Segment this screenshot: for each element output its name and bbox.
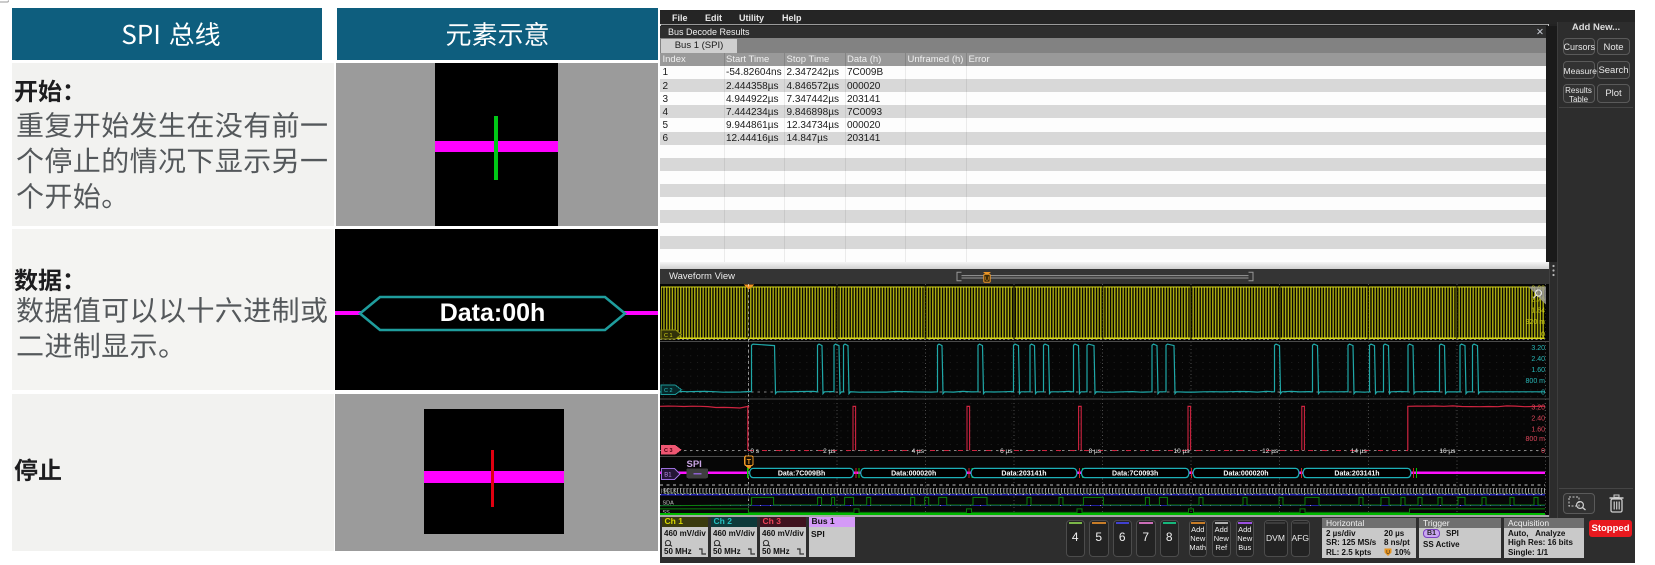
svg-text:4 µs: 4 µs bbox=[912, 447, 925, 454]
svg-text:0: 0 bbox=[1541, 389, 1545, 396]
svg-text:1.84: 1.84 bbox=[1531, 307, 1545, 314]
svg-text:16 µs: 16 µs bbox=[1439, 447, 1456, 454]
svg-text:Data:7C0093h: Data:7C0093h bbox=[1112, 470, 1158, 477]
svg-text:C 3: C 3 bbox=[664, 448, 673, 454]
svg-text:Data:000020h: Data:000020h bbox=[1223, 470, 1268, 477]
svg-text:800 m: 800 m bbox=[1526, 377, 1546, 384]
svg-text:Data:000020h: Data:000020h bbox=[891, 470, 936, 477]
svg-text:U: U bbox=[1386, 550, 1390, 556]
svg-text:920 m: 920 m bbox=[1526, 319, 1546, 326]
svg-text:C 2: C 2 bbox=[664, 388, 673, 394]
svg-text:2.40: 2.40 bbox=[1531, 415, 1545, 422]
svg-text:Data:203141h: Data:203141h bbox=[1001, 470, 1046, 477]
svg-text:C 1: C 1 bbox=[664, 332, 673, 338]
svg-text:U: U bbox=[985, 276, 989, 282]
svg-text:B1: B1 bbox=[664, 472, 672, 478]
svg-text:2.40: 2.40 bbox=[1531, 356, 1545, 363]
svg-text:0: 0 bbox=[1541, 331, 1545, 338]
svg-text:3.20: 3.20 bbox=[1531, 404, 1545, 411]
svg-text:800 m: 800 m bbox=[1526, 436, 1546, 443]
svg-text:Data:7C009Bh: Data:7C009Bh bbox=[778, 470, 825, 477]
svg-text:1.60: 1.60 bbox=[1531, 367, 1545, 374]
svg-text:T: T bbox=[747, 458, 752, 465]
svg-text:1.60: 1.60 bbox=[1531, 426, 1545, 433]
svg-text:8 µs: 8 µs bbox=[1089, 447, 1102, 454]
svg-text:6 µs: 6 µs bbox=[1000, 447, 1013, 454]
svg-text:3.20: 3.20 bbox=[1531, 345, 1545, 352]
svg-text:0 s: 0 s bbox=[750, 447, 759, 454]
svg-text:10 µs: 10 µs bbox=[1173, 447, 1190, 454]
svg-text:2 µs: 2 µs bbox=[823, 447, 836, 454]
svg-text:12 µs: 12 µs bbox=[1262, 447, 1279, 454]
svg-text:Data:203141h: Data:203141h bbox=[1334, 470, 1379, 477]
svg-text:14 µs: 14 µs bbox=[1351, 447, 1368, 454]
svg-text:0: 0 bbox=[1541, 448, 1545, 455]
